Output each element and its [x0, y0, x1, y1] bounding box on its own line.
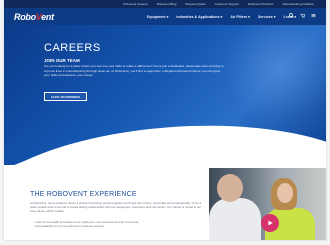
menu-item-air-filters[interactable]: Air Filters ▾: [230, 15, 250, 19]
experience-heading: THE ROBOVENT EXPERIENCE: [30, 191, 137, 198]
logo-text-main: Robo: [14, 11, 36, 22]
main-menu: Equipment ▾ Industries & Applications ▾ …: [147, 8, 296, 25]
menu-item-services[interactable]: Services ▾: [258, 15, 276, 19]
nav-icons: [289, 8, 316, 25]
experience-body-text: At RoboVent, we're excited to foster a c…: [30, 201, 202, 214]
main-navbar: RoboVent Equipment ▾ Industries & Applic…: [4, 8, 326, 25]
video-person-illustration: [217, 174, 243, 202]
video-thumbnail[interactable]: [209, 168, 326, 240]
robovent-logo[interactable]: RoboVent: [14, 12, 54, 22]
logo-text-tail: ent: [41, 11, 54, 22]
hero-subtitle: JOIN OUR TEAM: [44, 58, 80, 63]
menu-icon[interactable]: [311, 13, 316, 20]
menu-item-industries[interactable]: Industries & Applications ▾: [176, 15, 222, 19]
play-icon: [268, 220, 273, 226]
play-button[interactable]: [261, 214, 279, 232]
utility-bar: Robovent Careers Robovent Blog Request Q…: [4, 0, 326, 8]
cart-icon[interactable]: [300, 13, 306, 20]
video-person-illustration: [209, 198, 261, 240]
utility-link[interactable]: Request Quote: [185, 2, 205, 6]
page-screen: Robovent Careers Robovent Blog Request Q…: [4, 0, 326, 240]
utility-link[interactable]: Robovent Products: [248, 2, 274, 6]
utility-link[interactable]: Manufacturing Facilities: [282, 2, 314, 6]
video-person-illustration: [277, 183, 293, 203]
search-icon[interactable]: [289, 13, 294, 20]
list-item: Accountability for our commitment to cus…: [34, 224, 204, 228]
core-values-list: Care for the health and safety of our em…: [34, 220, 204, 228]
menu-item-equipment[interactable]: Equipment ▾: [147, 15, 168, 19]
openings-button[interactable]: CLICK ON OPENINGS: [44, 92, 88, 102]
utility-link[interactable]: Customer Support: [215, 2, 239, 6]
utility-link[interactable]: Robovent Blog: [157, 2, 177, 6]
page-title: CAREERS: [44, 42, 101, 54]
utility-link[interactable]: Robovent Careers: [123, 2, 147, 6]
hero-background-image: [196, 25, 326, 140]
hero-body-text: Are you looking for a place where you ca…: [44, 64, 224, 78]
browser-device: Robovent Careers Robovent Blog Request Q…: [0, 0, 330, 245]
